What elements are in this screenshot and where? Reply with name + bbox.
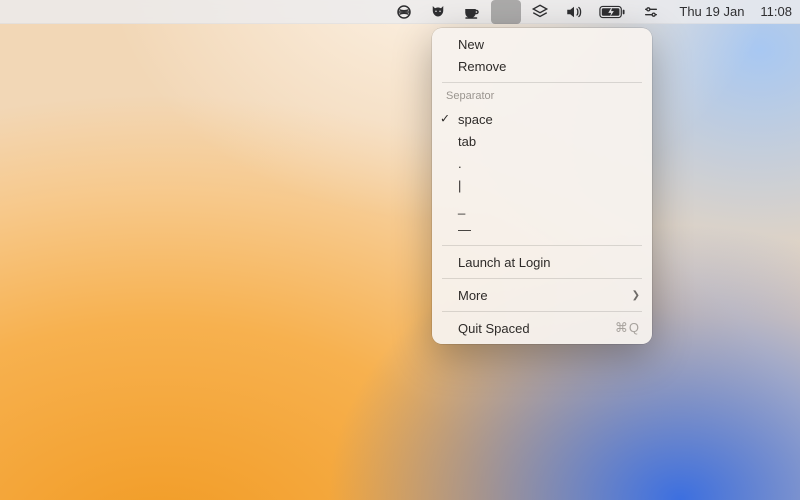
menu-separator [442,245,642,246]
menu-item-sep-space[interactable]: ✓ space [432,108,652,130]
menu-item-label: More [458,288,632,303]
layers-icon-item[interactable] [525,0,555,24]
menu-item-launch-at-login[interactable]: Launch at Login [432,251,652,273]
menu-item-sep-tab[interactable]: tab [432,130,652,152]
volume-item[interactable] [559,0,589,24]
menu-item-sep-dot[interactable]: . [432,152,652,174]
menu-item-quit[interactable]: Quit Spaced ⌘Q [432,317,652,339]
menu-item-remove[interactable]: Remove [432,55,652,77]
menu-bar-status-area: Thu 19 Jan 11:08 [389,0,792,24]
menu-item-label: Launch at Login [458,255,640,270]
volume-icon [565,3,583,21]
spaced-app-menubar-item[interactable] [491,0,521,24]
desktop-wallpaper [0,0,800,500]
menu-item-label: _ [458,200,640,215]
checkmark-icon: ✓ [440,112,450,126]
menu-item-label: Quit Spaced [458,321,615,336]
menu-item-label: space [458,112,640,127]
menu-item-sep-pipe[interactable]: | [432,174,652,196]
menu-bar: Thu 19 Jan 11:08 [0,0,800,24]
menu-separator [442,82,642,83]
menu-item-new[interactable]: New [432,33,652,55]
menu-section-label: Separator [446,90,494,102]
blank-spacer-icon [497,3,515,21]
menu-item-label: | [458,178,640,193]
time-text: 11:08 [760,4,792,19]
menu-item-label: . [458,156,640,171]
chevron-right-icon: ❯ [632,290,640,301]
layers-icon [531,3,549,21]
menu-item-label: tab [458,134,640,149]
control-center-item[interactable] [635,0,667,24]
menu-item-shortcut: ⌘Q [615,320,640,336]
menu-item-more[interactable]: More ❯ [432,284,652,306]
menu-item-label: Remove [458,59,640,74]
menu-bar-clock[interactable]: Thu 19 Jan 11:08 [671,4,792,19]
menu-item-sep-underscore[interactable]: _ [432,196,652,218]
menu-item-label: — [458,222,640,237]
menu-separator [442,311,642,312]
battery-item[interactable] [593,0,631,24]
menu-section-header: Separator [432,88,652,108]
cat-icon [429,3,447,21]
menu-item-sep-emdash[interactable]: — [432,218,652,240]
app-icon-1[interactable] [389,0,419,24]
control-center-icon [643,4,659,20]
coffee-icon [463,3,481,21]
date-text: Thu 19 Jan [679,4,744,19]
form-circle-icon [395,3,413,21]
menu-separator [442,278,642,279]
coffee-icon-item[interactable] [457,0,487,24]
spaced-dropdown-menu: New Remove Separator ✓ space tab . | _ —… [432,28,652,344]
battery-charging-icon [599,5,625,19]
menu-item-label: New [458,37,640,52]
cat-icon-item[interactable] [423,0,453,24]
